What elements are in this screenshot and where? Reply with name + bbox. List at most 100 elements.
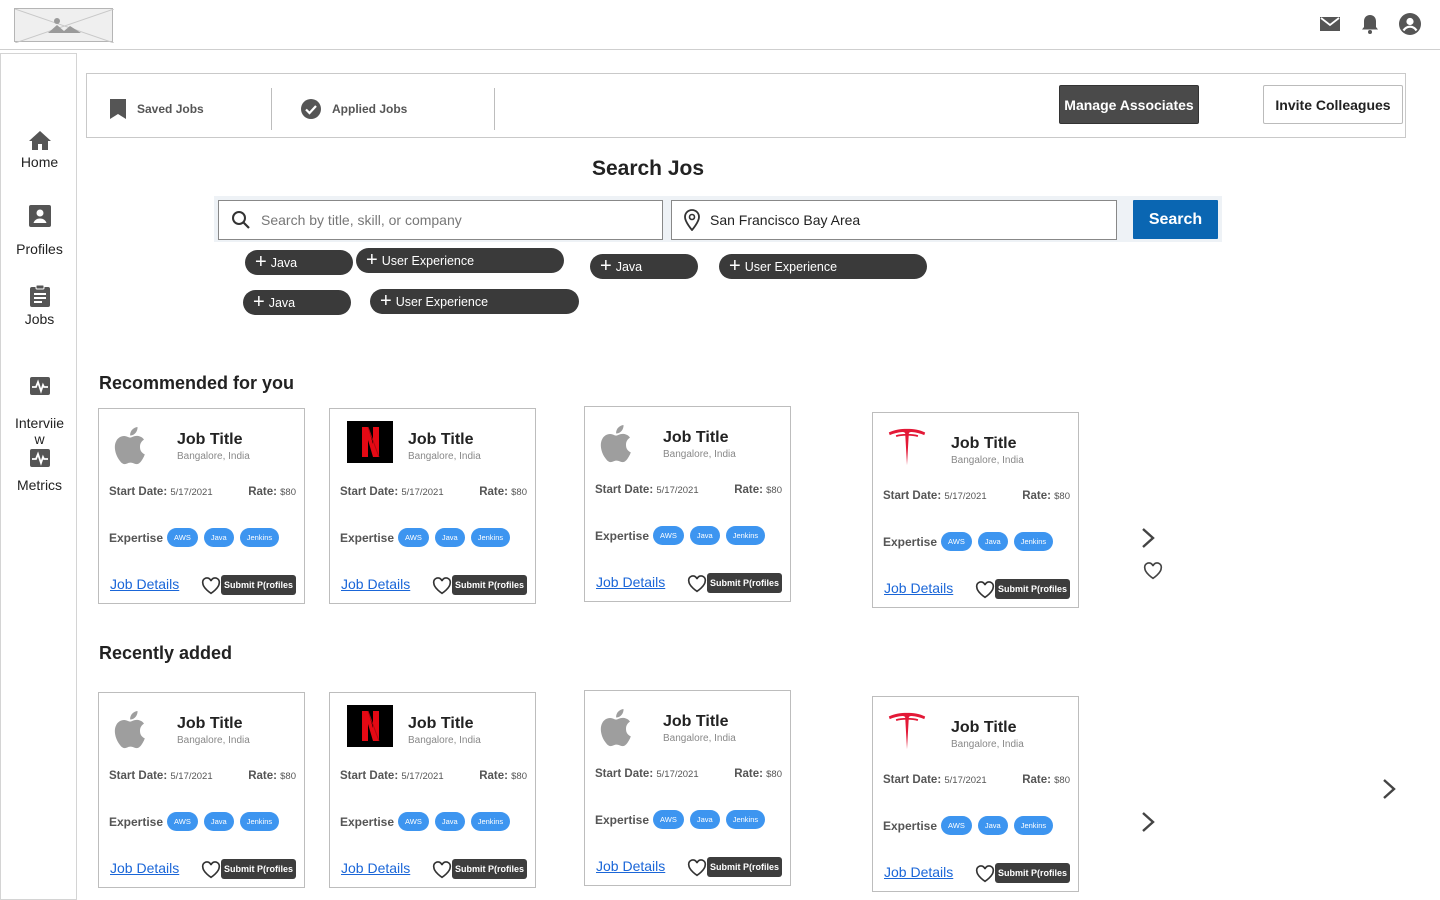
job-details-link[interactable]: Job Details [341,860,410,876]
expertise-label: Expertise [340,814,395,829]
job-title: Job Title [177,431,243,448]
mail-icon[interactable] [1318,12,1342,36]
netflix-logo-icon [347,705,393,747]
location-input[interactable]: San Francisco Bay Area [671,200,1117,240]
rate: Rate: $80 [479,486,527,498]
skill-chip[interactable]: + User Experience [370,289,579,314]
expertise-tag: Jenkins [1013,816,1054,835]
skill-chip[interactable]: + Java [590,254,698,279]
sidebar-item-interview[interactable]: Interviie w [1,360,78,447]
heart-icon[interactable] [432,861,452,879]
invite-colleagues-button[interactable]: Invite Colleagues [1263,85,1403,124]
job-location: Bangalore, India [663,733,736,744]
manage-associates-button[interactable]: Manage Associates [1059,85,1199,124]
job-location: Bangalore, India [177,451,250,462]
account-icon[interactable] [1398,12,1422,36]
expertise-tag: AWS [941,816,972,835]
heart-icon[interactable] [975,865,995,883]
start-date: Start Date: 5/17/2021 [595,768,699,780]
heart-icon[interactable] [1143,562,1163,580]
job-title: Job Title [408,715,474,732]
job-card[interactable]: Job Title Bangalore, India Start Date: 5… [98,408,305,604]
chevron-right-icon[interactable] [1139,811,1157,833]
heart-icon[interactable] [687,575,707,593]
tab-label: Saved Jobs [137,102,204,116]
job-card[interactable]: Job Title Bangalore, India Start Date: 5… [872,412,1079,608]
chip-label: Java [270,255,298,270]
heart-icon[interactable] [432,577,452,595]
submit-profiles-button[interactable]: Submit P(rofiles [220,575,296,595]
submit-profiles-button[interactable]: Submit P(rofiles [220,859,296,879]
skill-chip[interactable]: + Java [245,250,353,275]
submit-profiles-button[interactable]: Submit P(rofiles [706,573,782,593]
expertise-tag: AWS [653,526,684,545]
expertise-tag: AWS [167,528,198,547]
sidebar-item-jobs[interactable]: Jobs [1,284,78,327]
apple-logo-icon [114,711,145,749]
job-location: Bangalore, India [951,455,1024,466]
job-details-link[interactable]: Job Details [884,864,953,880]
expertise-label: Expertise [595,528,650,543]
expertise-tag: Java [203,528,234,547]
location-value: San Francisco Bay Area [710,212,861,228]
job-details-link[interactable]: Job Details [884,580,953,596]
rate: Rate: $80 [248,486,296,498]
job-card[interactable]: Job Title Bangalore, India Start Date: 5… [872,696,1079,892]
submit-profiles-button[interactable]: Submit P(rofiles [994,863,1070,883]
section-title-recommended: Recommended for you [99,373,295,393]
job-card[interactable]: Job Title Bangalore, India Start Date: 5… [98,692,305,888]
location-pin-icon [684,209,700,231]
tesla-logo-icon [888,428,926,466]
start-date: Start Date: 5/17/2021 [109,486,213,498]
expertise-label: Expertise [595,812,650,827]
job-details-link[interactable]: Job Details [596,858,665,874]
submit-profiles-button[interactable]: Submit P(rofiles [706,857,782,877]
job-card[interactable]: Job Title Bangalore, India Start Date: 5… [329,408,536,604]
search-button[interactable]: Search [1133,200,1218,239]
expertise-tag: Java [689,526,720,545]
submit-profiles-button[interactable]: Submit P(rofiles [451,575,527,595]
job-card[interactable]: Job Title Bangalore, India Start Date: 5… [584,406,791,602]
job-details-link[interactable]: Job Details [341,576,410,592]
rate: Rate: $80 [734,768,782,780]
company-logo [347,421,393,463]
job-card[interactable]: Job Title Bangalore, India Start Date: 5… [584,690,791,886]
tab-saved-jobs[interactable]: Saved Jobs [109,88,204,130]
heart-icon[interactable] [975,581,995,599]
search-input[interactable]: Search by title, skill, or company [218,200,663,240]
apple-logo-icon [114,427,145,465]
expertise-tag: AWS [167,812,198,831]
expertise-label: Expertise [340,530,395,545]
job-title: Job Title [951,435,1017,452]
expertise-label: Expertise [109,530,164,545]
chevron-right-icon[interactable] [1139,527,1157,549]
submit-profiles-button[interactable]: Submit P(rofiles [451,859,527,879]
expertise-tag: Java [977,532,1008,551]
job-details-link[interactable]: Job Details [110,860,179,876]
chevron-right-icon[interactable] [1380,778,1398,800]
heart-icon[interactable] [201,861,221,879]
pulse-icon [29,377,50,395]
submit-profiles-button[interactable]: Submit P(rofiles [994,579,1070,599]
bell-icon[interactable] [1358,12,1382,36]
job-title: Job Title [408,431,474,448]
sidebar-item-profiles[interactable]: Profiles [1,204,78,257]
skill-chip[interactable]: + Java [243,290,351,315]
page-title: Search Jos [591,157,705,180]
start-date: Start Date: 5/17/2021 [883,774,987,786]
job-location: Bangalore, India [177,735,250,746]
job-card[interactable]: Job Title Bangalore, India Start Date: 5… [329,692,536,888]
expertise-label: Expertise [109,814,164,829]
heart-icon[interactable] [201,577,221,595]
sidebar-item-home[interactable]: Home [1,129,78,170]
skill-chip[interactable]: + User Experience [719,254,927,279]
section-title-recent: Recently added [99,643,233,663]
job-details-link[interactable]: Job Details [596,574,665,590]
sidebar-item-metrics[interactable]: Metrics [1,448,78,493]
heart-icon[interactable] [687,859,707,877]
logo-placeholder-icon[interactable] [14,8,115,44]
tab-applied-jobs[interactable]: Applied Jobs [300,88,407,130]
skill-chip[interactable]: + User Experience [356,248,564,273]
start-date: Start Date: 5/17/2021 [595,484,699,496]
job-details-link[interactable]: Job Details [110,576,179,592]
